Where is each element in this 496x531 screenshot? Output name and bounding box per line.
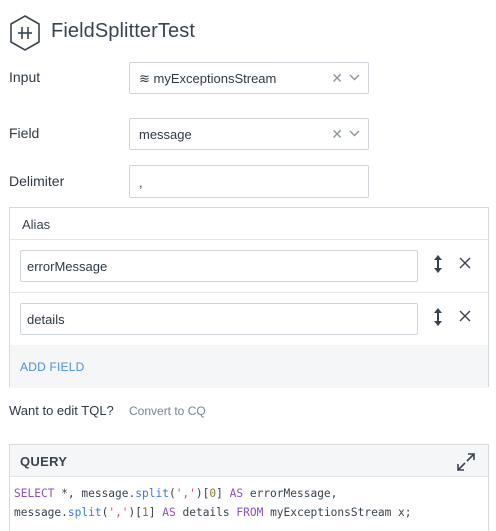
code-token: )[: [128, 506, 143, 519]
alias-value: errorMessage: [27, 259, 108, 274]
code-token: myExceptionsStream x;: [263, 506, 412, 519]
alias-row: details: [10, 294, 488, 346]
add-field-button[interactable]: ADD FIELD: [20, 360, 84, 374]
alias-header-label: Alias: [22, 217, 51, 232]
code-token: 1: [142, 506, 149, 519]
close-icon[interactable]: [459, 310, 471, 322]
code-token: FROM: [236, 506, 264, 519]
query-header: QUERY: [10, 445, 488, 477]
delimiter-label: Delimiter: [9, 173, 65, 189]
input-value: myExceptionsStream: [153, 71, 277, 86]
field-value: message: [139, 127, 192, 142]
delimiter-value: ,: [139, 175, 143, 190]
stream-icon: ≋: [139, 71, 150, 86]
field-splitter-hex-icon: [10, 15, 40, 51]
field-select[interactable]: message ✕: [129, 118, 369, 150]
code-token: )[: [195, 487, 210, 500]
clear-field-icon[interactable]: ✕: [331, 126, 343, 143]
alias-input[interactable]: errorMessage: [20, 250, 418, 282]
code-token: split: [135, 487, 169, 500]
alias-header: Alias: [10, 208, 488, 240]
convert-to-cq-link[interactable]: Convert to CQ: [129, 404, 206, 418]
alias-panel: Alias errorMessage details ADD FIELD: [9, 207, 489, 388]
code-token: AS: [162, 506, 176, 519]
clear-input-icon[interactable]: ✕: [331, 70, 343, 87]
expand-icon[interactable]: [456, 452, 476, 472]
code-token: errorMessage,: [243, 487, 338, 500]
alias-value: details: [27, 312, 65, 327]
header: FieldSplitterTest: [0, 0, 496, 64]
code-token: ',': [175, 487, 196, 500]
chevron-down-icon[interactable]: [349, 130, 360, 137]
input-select[interactable]: ≋ myExceptionsStream ✕: [129, 62, 369, 94]
code-token: ',': [108, 506, 129, 519]
code-token: split: [67, 506, 102, 519]
delimiter-input[interactable]: ,: [129, 165, 369, 198]
code-token: ]: [216, 487, 230, 500]
page-title: FieldSplitterTest: [51, 20, 195, 42]
code-token: message.: [14, 506, 68, 519]
add-field-area: ADD FIELD: [10, 345, 488, 388]
alias-input[interactable]: details: [20, 303, 418, 335]
code-token: *, message.: [54, 487, 136, 500]
code-token: (: [168, 487, 176, 500]
query-panel: QUERY SELECT *, message.split(',')[0] AS…: [9, 444, 489, 531]
move-handle-icon[interactable]: [432, 308, 444, 326]
input-label: Input: [9, 69, 41, 85]
query-code[interactable]: SELECT *, message.split(',')[0] AS error…: [14, 484, 412, 522]
query-header-label: QUERY: [20, 454, 68, 469]
alias-row: errorMessage: [10, 241, 488, 293]
move-handle-icon[interactable]: [432, 255, 444, 273]
input-value-wrap: ≋ myExceptionsStream: [139, 71, 276, 87]
code-token: SELECT: [14, 487, 55, 500]
code-token: details: [175, 506, 237, 519]
code-token: ]: [148, 506, 163, 519]
field-label: Field: [9, 125, 40, 141]
tql-question: Want to edit TQL?: [9, 403, 114, 418]
close-icon[interactable]: [459, 257, 471, 269]
code-token: AS: [229, 487, 244, 500]
chevron-down-icon[interactable]: [349, 74, 360, 81]
